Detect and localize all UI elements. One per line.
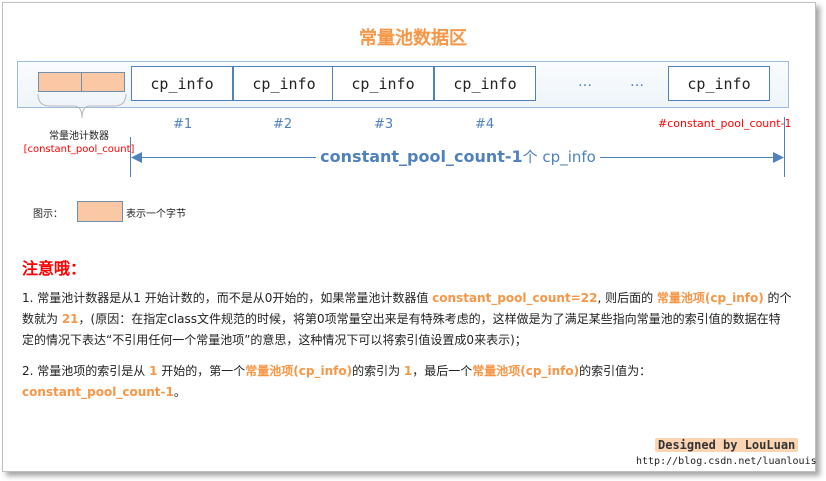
counter-label-name: [constant_pool_count] <box>23 144 135 155</box>
note-2-text-c: 的索引为 <box>352 364 404 378</box>
cp-info-cell-1: cp_info <box>131 66 233 101</box>
cp-info-cell-2: cp_info <box>233 66 335 101</box>
legend-prefix: 图示： <box>33 209 63 220</box>
index-2: #2 <box>273 117 293 132</box>
index-1: #1 <box>173 117 193 132</box>
note-2-hl-b: 常量池项(cp_info) <box>245 364 353 378</box>
note-1-hl-c: (cp_info) <box>704 291 764 305</box>
note-1-text-b: , 则后面的 <box>597 291 657 305</box>
ellipsis-2: … <box>630 74 645 90</box>
signature: Designed by LouLuan <box>655 438 799 452</box>
span-label: constant_pool_count-1个 cp_info <box>134 146 782 167</box>
counter-byte-2 <box>81 72 125 92</box>
note-2-text-e: 的索引值为： <box>579 364 652 378</box>
index-4: #4 <box>475 117 495 132</box>
note-1-text-d: ，(原因：在指定class文件规范的时候，将第0项常量空出来是有特殊考虑的，这样… <box>22 312 781 347</box>
note-2-hl-e: constant_pool_count-1 <box>22 385 174 399</box>
note-1-hl-d: 21 <box>61 312 79 326</box>
note-1-text-a: 1. 常量池计数器是从1 开始计数的，而不是从0开始的，如果常量池计数器值 <box>22 291 433 305</box>
note-1-hl-b: 常量池项 <box>656 291 705 305</box>
counter-label: 常量池计数器 [constant_pool_count] <box>20 130 138 156</box>
note-2-hl-d: 常量池项(cp_info) <box>472 364 580 378</box>
blog-url: http://blog.csdn.net/luanlouis <box>636 456 817 467</box>
note-2-text-f: 。 <box>173 385 186 399</box>
note-2-text-b: 开始的，第一个 <box>157 364 246 378</box>
legend-byte-swatch <box>77 201 123 222</box>
note-1: 1. 常量池计数器是从1 开始计数的，而不是从0开始的，如果常量池计数器值 co… <box>22 288 792 351</box>
legend-desc: 表示一个字节 <box>126 209 186 220</box>
span-label-suffix: 个 cp_info <box>522 148 596 166</box>
index-last: #constant_pool_count-1 <box>658 117 792 130</box>
index-3: #3 <box>374 117 394 132</box>
span-label-main: constant_pool_count-1 <box>320 147 523 166</box>
diagram-title: 常量池数据区 <box>359 28 467 49</box>
note-2: 2. 常量池项的索引是从 1 开始的，第一个常量池项(cp_info)的索引为 … <box>22 361 792 403</box>
cp-info-cell-3: cp_info <box>332 66 434 101</box>
counter-byte-1 <box>38 72 82 92</box>
counter-label-cn: 常量池计数器 <box>49 131 109 142</box>
cp-info-cell-4: cp_info <box>434 66 536 101</box>
cp-info-cell-last: cp_info <box>668 66 770 101</box>
note-2-hl-c: 1 <box>403 364 413 378</box>
counter-brace <box>37 93 127 119</box>
ellipsis-1: … <box>578 74 593 90</box>
notice-heading: 注意哦： <box>22 259 87 278</box>
note-2-text-a: 2. 常量池项的索引是从 <box>22 364 150 378</box>
note-1-hl-a: constant_pool_count=22 <box>432 291 598 305</box>
span-right-tick <box>784 117 785 177</box>
note-2-text-d: ，最后一个 <box>412 364 473 378</box>
